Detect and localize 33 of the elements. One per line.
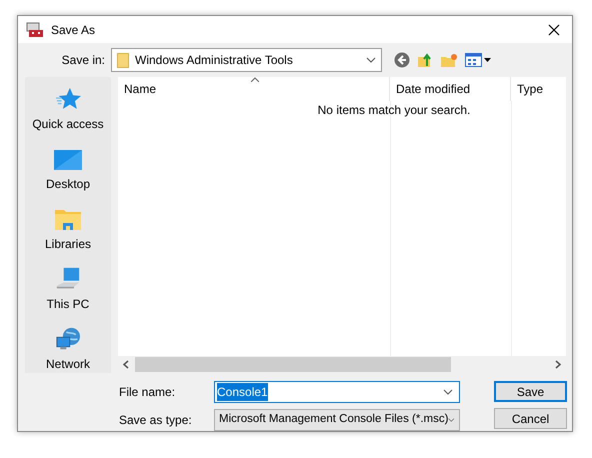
cancel-button[interactable]: Cancel <box>494 408 567 429</box>
dropdown-icon <box>448 417 455 423</box>
file-name-field[interactable]: Console1 <box>214 381 460 403</box>
desktop-icon <box>53 149 83 171</box>
empty-message: No items match your search. <box>318 102 470 119</box>
folder-icon <box>117 52 129 68</box>
window-title: Save As <box>51 22 96 39</box>
up-folder-icon[interactable] <box>417 52 433 68</box>
column-header[interactable]: Date modified <box>390 77 511 101</box>
place-item[interactable]: Libraries <box>44 207 92 253</box>
back-icon[interactable] <box>394 52 410 68</box>
selected-text: Console1 <box>217 383 268 401</box>
column-header[interactable]: Type <box>511 77 566 101</box>
toolbox-icon <box>26 22 44 38</box>
field-label: Save in: <box>60 52 106 70</box>
dropdown-icon <box>366 57 376 64</box>
folder-dropdown[interactable]: Windows Administrative Tools <box>111 48 382 72</box>
field-label: Save as type: <box>119 412 193 429</box>
place-item[interactable]: This PC <box>46 267 90 313</box>
field-label: File name: <box>119 384 176 401</box>
close-icon[interactable] <box>548 24 560 36</box>
folder-icon <box>54 207 82 231</box>
view-menu-icon[interactable] <box>465 53 491 68</box>
place-item[interactable]: Desktop <box>46 147 90 193</box>
file-type-dropdown[interactable]: Microsoft Management Console Files (*.msc) <box>214 409 460 431</box>
place-item[interactable]: Quick access <box>32 87 104 133</box>
folder-name: Windows Administrative Tools <box>135 52 294 70</box>
place-item[interactable]: Network <box>46 327 90 373</box>
scroll-thumb[interactable] <box>135 357 451 372</box>
save-button[interactable]: Save <box>494 381 567 402</box>
dropdown-icon <box>443 389 453 395</box>
star-icon <box>54 87 82 111</box>
column-header[interactable]: Name <box>118 77 390 101</box>
